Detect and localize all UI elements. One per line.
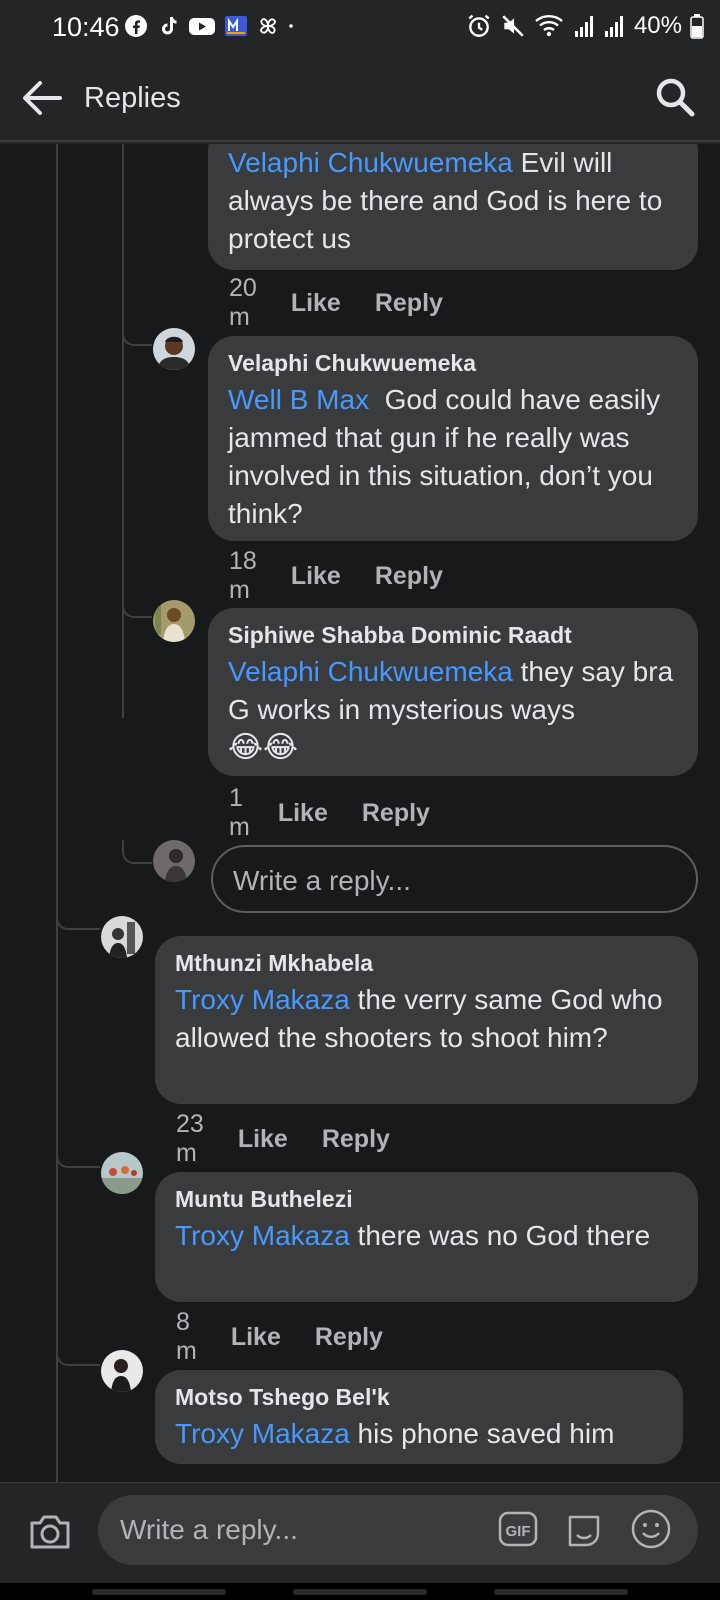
status-bar: 10:46 40%: [0, 0, 720, 54]
comment-bubble[interactable]: Velaphi Chukwuemeka Well B Max God could…: [208, 336, 698, 541]
mute-icon: [502, 15, 524, 37]
comment-meta: 23 m Like Reply: [176, 1110, 424, 1168]
gif-icon[interactable]: GIF: [498, 1511, 538, 1547]
reply-composer-input[interactable]: Write a reply... GIF: [98, 1495, 698, 1565]
battery-icon: [690, 14, 704, 39]
comment-meta: 20 m Like Reply: [229, 274, 477, 332]
replies-list[interactable]: Velaphi Chukwuemeka Evil will always be …: [0, 144, 720, 1482]
page-title: Replies: [84, 82, 181, 114]
avatar[interactable]: [153, 600, 195, 642]
comment-bubble[interactable]: Motso Tshego Bel'k Troxy Makaza his phon…: [155, 1370, 683, 1464]
facebook-icon: [125, 15, 147, 37]
avatar[interactable]: [101, 1152, 143, 1194]
thread-line: [56, 144, 58, 1482]
battery-percent: 40%: [633, 12, 682, 39]
mention-link[interactable]: Troxy Makaza: [175, 984, 350, 1015]
like-button[interactable]: Like: [278, 799, 328, 828]
thread-connector: [122, 840, 152, 864]
comment-meta: 18 m Like Reply: [229, 547, 477, 605]
comment-text: Velaphi Chukwuemeka they say bra G works…: [228, 653, 678, 729]
comment-text: Well B Max God could have easily jammed …: [228, 381, 678, 533]
app-header: Replies: [0, 54, 720, 142]
comment-author[interactable]: Motso Tshego Bel'k: [175, 1384, 663, 1411]
reply-button[interactable]: Reply: [375, 562, 443, 591]
comment-text: Troxy Makaza the verry same God who allo…: [175, 981, 678, 1057]
nav-pill[interactable]: [293, 1589, 427, 1595]
alarm-icon: [468, 14, 490, 37]
comment-text: Troxy Makaza his phone saved him: [175, 1415, 663, 1453]
avatar[interactable]: [101, 916, 143, 958]
emoji-icon[interactable]: [630, 1508, 672, 1550]
mention-link[interactable]: Well B Max: [228, 384, 369, 415]
system-nav-bar: [0, 1583, 720, 1600]
mention-link[interactable]: Troxy Makaza: [175, 1418, 350, 1449]
comment-bubble[interactable]: Muntu Buthelezi Troxy Makaza there was n…: [155, 1172, 698, 1302]
comment-meta: 8 m Like Reply: [176, 1308, 417, 1366]
thread-connector: [122, 594, 152, 618]
wifi-icon: [535, 15, 563, 37]
search-icon[interactable]: [654, 76, 696, 118]
mention-link[interactable]: Troxy Makaza: [175, 1220, 350, 1251]
camera-icon[interactable]: [28, 1509, 72, 1553]
comment-author[interactable]: Velaphi Chukwuemeka: [228, 350, 678, 377]
pinwheel-icon: [260, 18, 276, 34]
comment-time: 23 m: [176, 1110, 204, 1167]
tiktok-icon: [162, 17, 177, 35]
back-arrow-icon[interactable]: [20, 78, 64, 118]
nav-pill[interactable]: [494, 1589, 628, 1595]
comment-time: 1 m: [229, 784, 250, 841]
bottom-composer-bar: Write a reply... GIF: [0, 1482, 720, 1600]
status-time: 10:46: [52, 12, 120, 42]
composer-placeholder: Write a reply...: [120, 1514, 298, 1545]
comment-time: 18 m: [229, 547, 257, 604]
like-button[interactable]: Like: [231, 1323, 281, 1352]
signal-icon: [604, 16, 623, 37]
comment-bubble[interactable]: Siphiwe Shabba Dominic Raadt Velaphi Chu…: [208, 608, 698, 776]
comment-meta: 1 m Like Reply: [229, 784, 464, 842]
comment-text: Troxy Makaza there was no God there: [175, 1217, 678, 1255]
comment-author[interactable]: Siphiwe Shabba Dominic Raadt: [228, 622, 678, 649]
comment-author[interactable]: Mthunzi Mkhabela: [175, 950, 678, 977]
gif-label: GIF: [506, 1523, 531, 1540]
system-status: 40%: [466, 12, 704, 40]
reply-button[interactable]: Reply: [315, 1323, 383, 1352]
comment-text: Velaphi Chukwuemeka Evil will always be …: [228, 144, 678, 258]
comment-time: 20 m: [229, 274, 257, 331]
thread-line: [122, 144, 124, 718]
comment-time: 8 m: [176, 1308, 197, 1365]
notification-icons: [124, 14, 300, 38]
comment-body: there was no God there: [349, 1220, 651, 1251]
reply-button[interactable]: Reply: [362, 799, 430, 828]
sticker-icon[interactable]: [564, 1509, 604, 1549]
inline-reply-input[interactable]: Write a reply...: [211, 845, 698, 913]
reply-button[interactable]: Reply: [375, 289, 443, 318]
like-button[interactable]: Like: [238, 1125, 288, 1154]
inline-reply-placeholder: Write a reply...: [233, 865, 411, 896]
thread-connector: [56, 906, 100, 930]
comment-author[interactable]: Muntu Buthelezi: [175, 1186, 678, 1213]
thread-connector: [56, 1144, 100, 1168]
mention-link[interactable]: Velaphi Chukwuemeka: [228, 656, 513, 687]
dot-icon: [289, 24, 293, 28]
avatar[interactable]: [153, 328, 195, 370]
news-app-icon: [225, 16, 247, 36]
comment-emoji: 😂😂: [228, 731, 299, 764]
comment-bubble[interactable]: Mthunzi Mkhabela Troxy Makaza the verry …: [155, 936, 698, 1104]
thread-connector: [56, 1342, 100, 1366]
comment-body: his phone saved him: [349, 1418, 615, 1449]
avatar[interactable]: [101, 1350, 143, 1392]
thread-connector: [122, 322, 152, 346]
signal-icon: [574, 16, 593, 37]
comment-bubble[interactable]: Velaphi Chukwuemeka Evil will always be …: [208, 144, 698, 270]
nav-pill[interactable]: [92, 1589, 226, 1595]
youtube-icon: [189, 18, 215, 35]
mention-link[interactable]: Velaphi Chukwuemeka: [228, 147, 513, 178]
reply-button[interactable]: Reply: [322, 1125, 390, 1154]
current-user-avatar: [153, 840, 195, 882]
like-button[interactable]: Like: [291, 289, 341, 318]
like-button[interactable]: Like: [291, 562, 341, 591]
